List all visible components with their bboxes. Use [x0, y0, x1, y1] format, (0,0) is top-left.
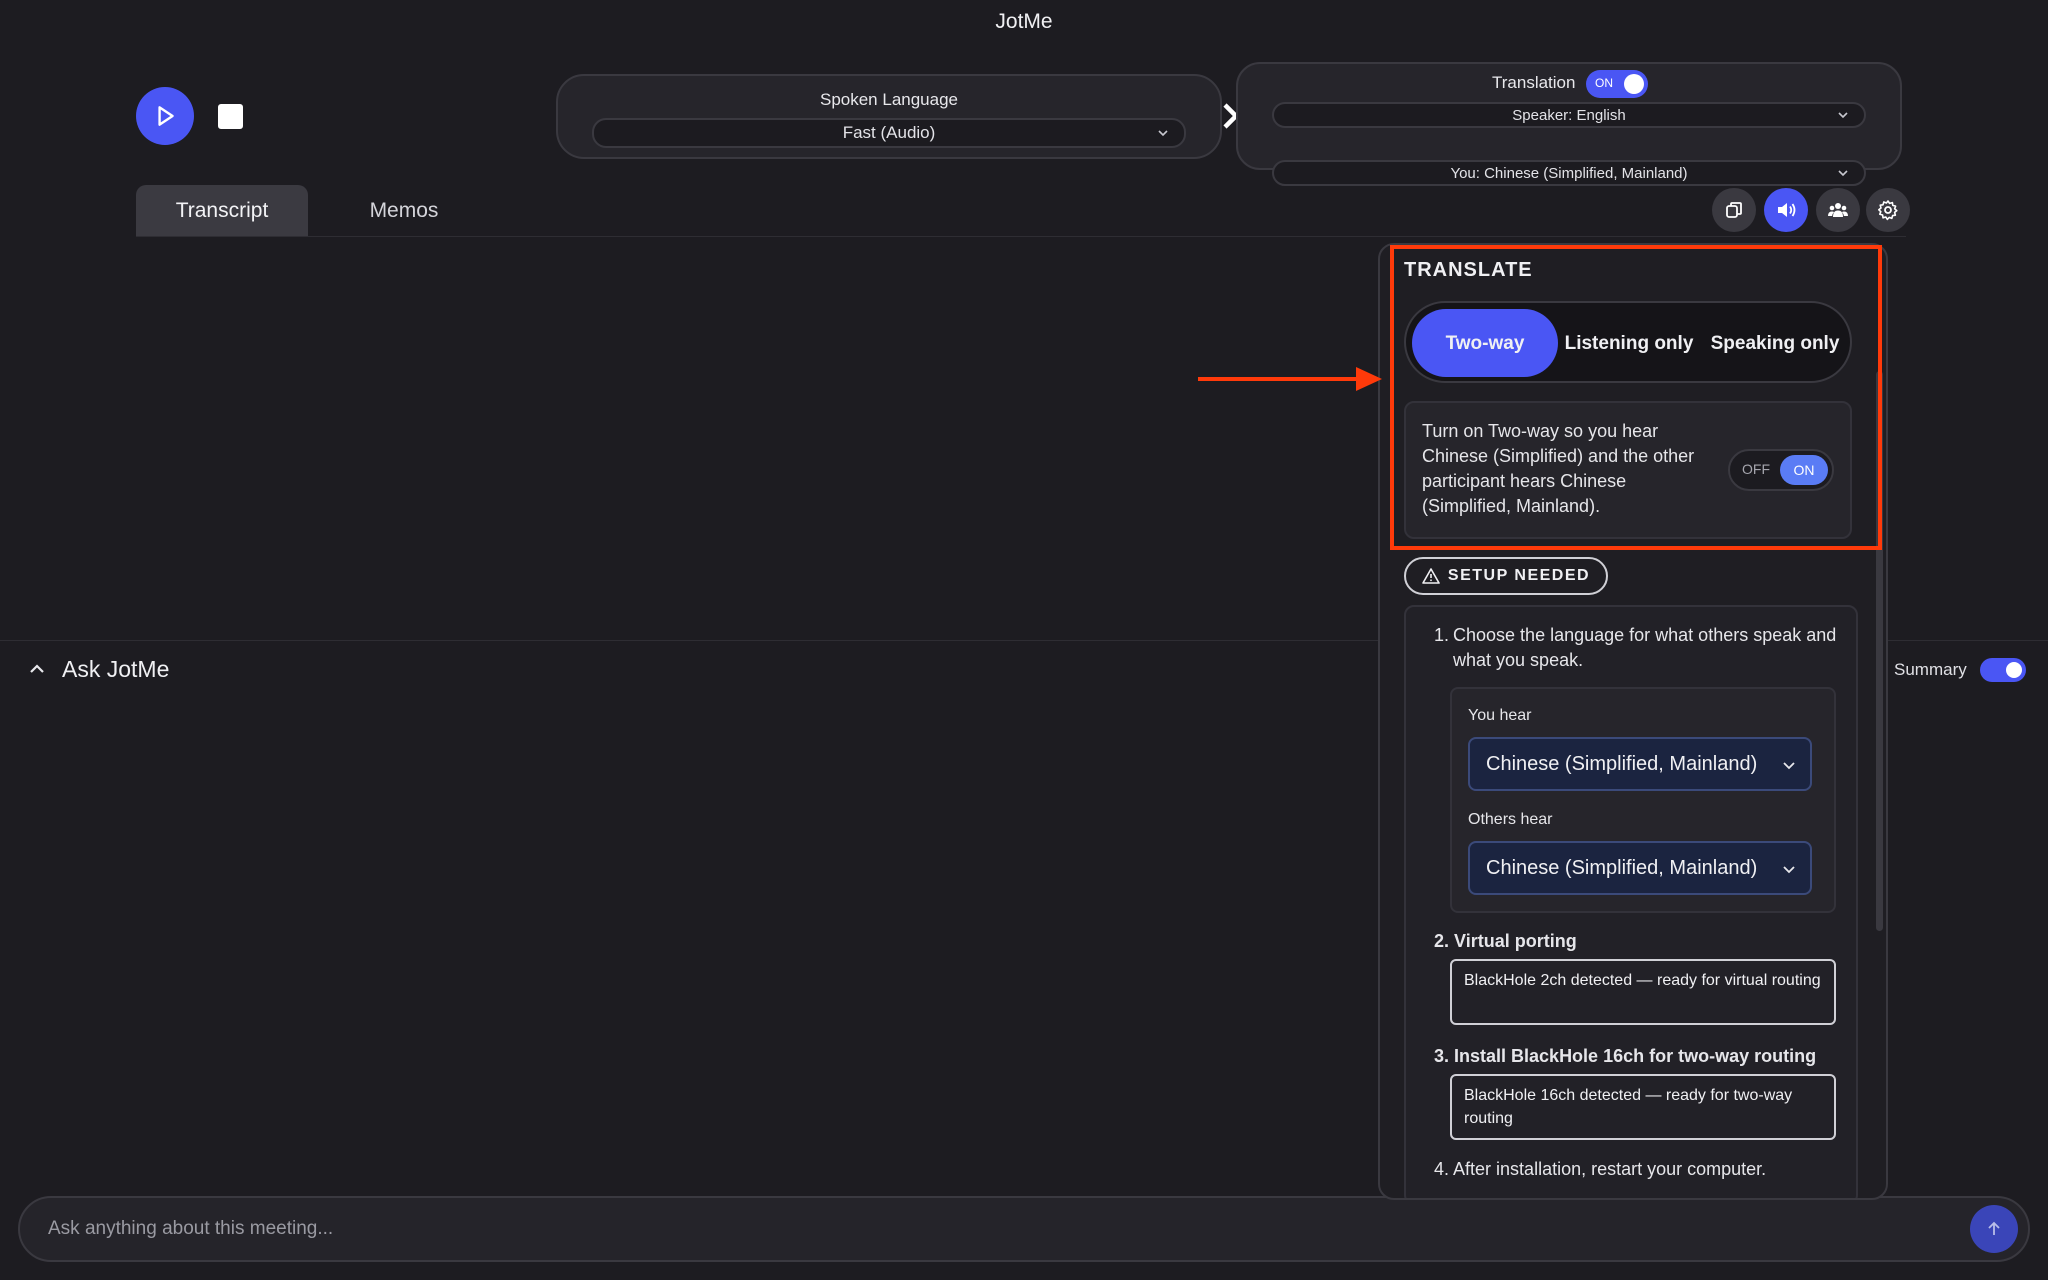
copy-icon	[1726, 202, 1742, 218]
arrow-right-icon	[1198, 367, 1382, 391]
warning-icon	[1422, 568, 1440, 584]
you-hear-select[interactable]: Chinese (Simplified, Mainland)	[1468, 737, 1812, 791]
step-3: 3. Install BlackHole 16ch for two-way ro…	[1434, 1044, 1816, 1069]
translation-panel: Translation ON Speaker: English You: Chi…	[1236, 62, 1902, 186]
step-number: 3.	[1434, 1046, 1455, 1066]
others-hear-value: Chinese (Simplified, Mainland)	[1486, 856, 1758, 879]
step-1-text: Choose the language for what others spea…	[1453, 625, 1837, 670]
others-hear-label: Others hear	[1468, 811, 1553, 828]
highlight-box	[1390, 245, 1882, 550]
you-language-dropdown[interactable]: You: Chinese (Simplified, Mainland)	[1272, 160, 1866, 186]
ask-input-container	[18, 1196, 2030, 1262]
step-4: 4. After installation, restart your comp…	[1434, 1157, 1766, 1182]
chevron-down-icon	[1783, 866, 1795, 874]
step-1: 1. Choose the language for what others s…	[1434, 623, 1844, 673]
chevron-up-icon[interactable]	[28, 660, 46, 678]
gear-icon	[1878, 200, 1898, 221]
setup-needed-label: SETUP NEEDED	[1447, 567, 1591, 584]
you-hear-value: Chinese (Simplified, Mainland)	[1486, 752, 1758, 775]
translation-label: Translation	[1492, 73, 1576, 92]
step-number: 2.	[1434, 931, 1455, 951]
step-2-text: Virtual porting	[1454, 931, 1577, 951]
send-button[interactable]	[1970, 1205, 2018, 1253]
participants-button[interactable]	[1816, 188, 1860, 232]
translation-toggle[interactable]: ON	[1586, 70, 1648, 98]
translation-toggle-state: ON	[1595, 76, 1613, 90]
people-icon	[1828, 203, 1848, 217]
toggle-knob	[2006, 662, 2022, 678]
speaker-language-value: Speaker: English	[1512, 106, 1626, 124]
audio-button[interactable]	[1764, 188, 1808, 232]
spoken-language-label: Spoken Language	[819, 90, 959, 109]
setup-steps-card: 1. Choose the language for what others s…	[1404, 605, 1858, 1198]
toggle-knob	[1624, 74, 1644, 94]
arrow-up-icon	[1988, 1221, 2000, 1235]
spoken-language-value: Fast (Audio)	[842, 123, 936, 142]
step-3-text: Install BlackHole 16ch for two-way routi…	[1454, 1046, 1817, 1066]
ask-title: Ask JotMe	[62, 656, 170, 682]
chevron-down-icon	[1838, 112, 1848, 119]
step-3-status: BlackHole 16ch detected — ready for two-…	[1450, 1074, 1836, 1140]
chevron-down-icon	[1838, 170, 1848, 177]
settings-button[interactable]	[1866, 188, 1910, 232]
you-hear-label: You hear	[1468, 707, 1532, 724]
summary-toggle[interactable]	[1980, 658, 2026, 682]
you-language-value: You: Chinese (Simplified, Mainland)	[1450, 164, 1688, 182]
play-button[interactable]	[136, 87, 194, 145]
step-2: 2. Virtual porting	[1434, 929, 1577, 954]
setup-needed-badge: SETUP NEEDED	[1404, 557, 1608, 595]
stop-button[interactable]	[218, 104, 243, 129]
speaker-language-dropdown[interactable]: Speaker: English	[1272, 102, 1866, 128]
ask-input[interactable]	[48, 1198, 1948, 1260]
play-icon	[158, 106, 174, 126]
summary-label: Summary	[1894, 660, 1967, 679]
language-selection-box: You hear Chinese (Simplified, Mainland) …	[1450, 687, 1836, 913]
app-title: JotMe	[995, 10, 1053, 33]
step-number: 1.	[1434, 625, 1450, 645]
spoken-language-dropdown[interactable]: Fast (Audio)	[592, 118, 1186, 148]
tab-transcript[interactable]: Transcript	[136, 185, 308, 237]
tab-memos[interactable]: Memos	[320, 185, 488, 237]
step-2-status: BlackHole 2ch detected — ready for virtu…	[1450, 959, 1836, 1025]
spoken-language-panel: Spoken Language Fast (Audio)	[556, 74, 1222, 159]
tab-divider	[136, 236, 1906, 237]
others-hear-select[interactable]: Chinese (Simplified, Mainland)	[1468, 841, 1812, 895]
chevron-down-icon	[1783, 762, 1795, 770]
copy-button[interactable]	[1712, 188, 1756, 232]
speaker-icon	[1778, 203, 1796, 217]
chevron-down-icon	[1158, 130, 1168, 137]
step-number: 4.	[1434, 1159, 1454, 1179]
step-4-text: After installation, restart your compute…	[1453, 1159, 1767, 1179]
